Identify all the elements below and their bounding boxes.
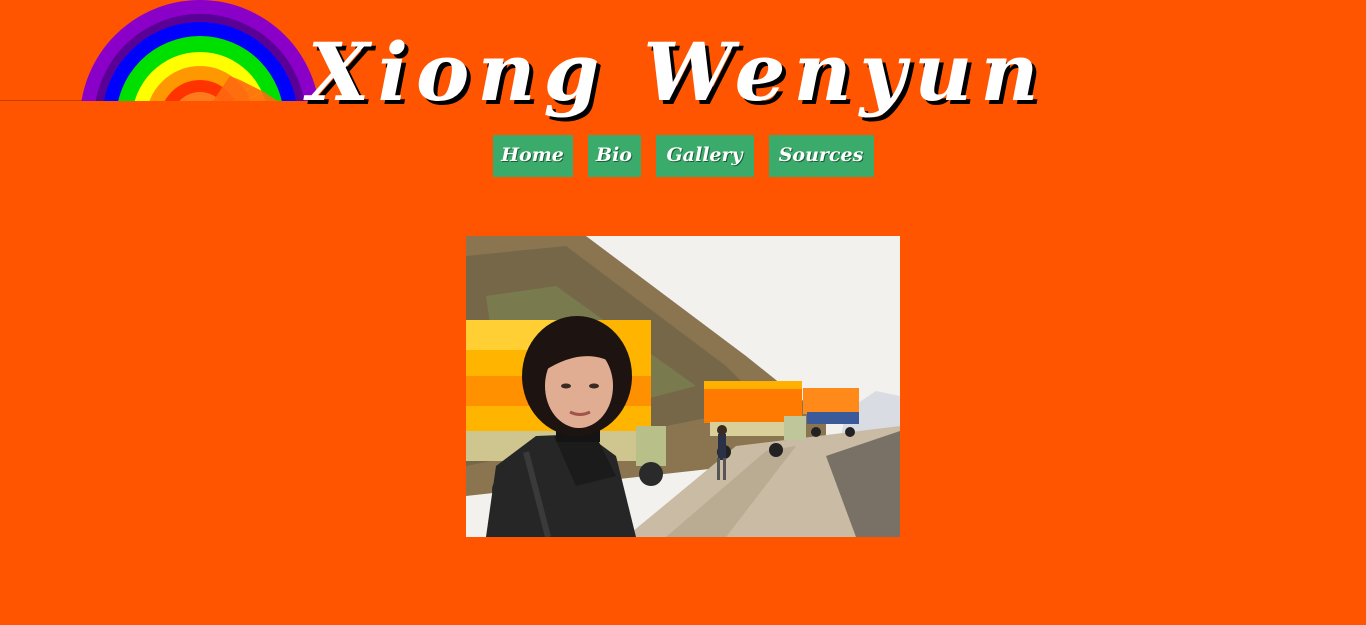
- nav-gallery-button[interactable]: Gallery: [655, 135, 754, 177]
- site-title: Xiong Wenyun: [0, 30, 1366, 114]
- nav-bio-button[interactable]: Bio: [587, 135, 641, 177]
- main-nav: Home Bio Gallery Sources: [0, 135, 1366, 177]
- nav-home-button[interactable]: Home: [492, 135, 573, 177]
- nav-sources-button[interactable]: Sources: [768, 135, 874, 177]
- site-title-text: Xiong Wenyun: [307, 25, 1047, 119]
- portrait-photo: [466, 236, 900, 537]
